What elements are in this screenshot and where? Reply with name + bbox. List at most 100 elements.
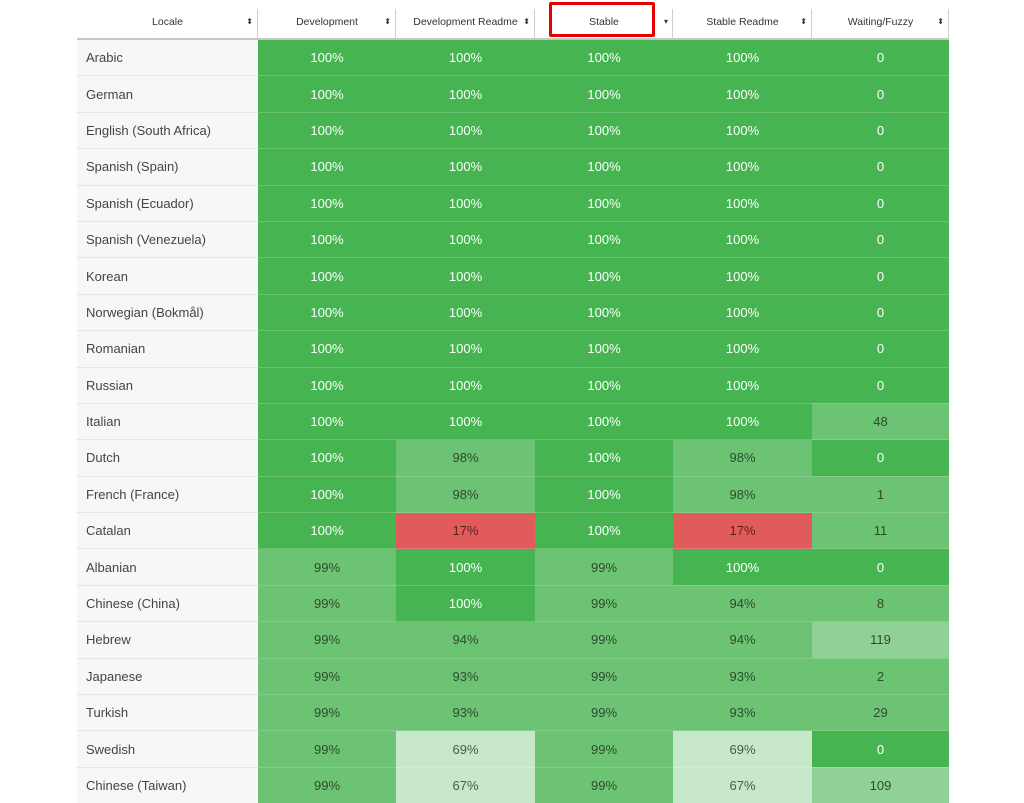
locale-cell[interactable]: French (France): [77, 475, 258, 513]
waiting-fuzzy-cell: 0: [812, 293, 949, 331]
highlight-box: [549, 2, 655, 37]
waiting-fuzzy-cell: 29: [812, 694, 949, 731]
development-cell: 100%: [258, 330, 396, 368]
development-cell: 99%: [258, 766, 396, 803]
waiting-fuzzy-cell: 109: [812, 766, 949, 803]
locale-cell[interactable]: Swedish: [77, 730, 258, 768]
stable-readme-cell: 98%: [673, 439, 812, 477]
development-readme-cell: 69%: [396, 730, 535, 768]
locale-cell[interactable]: English (South Africa): [77, 111, 258, 149]
waiting-fuzzy-cell: 0: [812, 111, 949, 149]
table-row: Catalan 100% 17% 100% 17% 11: [77, 512, 949, 549]
locale-cell[interactable]: Spanish (Spain): [77, 148, 258, 186]
stable-readme-cell: 100%: [673, 257, 812, 295]
development-readme-cell: 93%: [396, 657, 535, 695]
sort-icon[interactable]: ⬍: [800, 17, 807, 26]
table-row: Japanese 99% 93% 99% 93% 2: [77, 657, 949, 695]
locale-cell[interactable]: Chinese (Taiwan): [77, 766, 258, 803]
waiting-fuzzy-cell: 8: [812, 584, 949, 622]
locale-cell[interactable]: Hebrew: [77, 621, 258, 659]
sort-icon[interactable]: ⬍: [384, 17, 391, 26]
development-cell: 100%: [258, 111, 396, 149]
stable-cell: 99%: [535, 548, 673, 586]
locale-cell[interactable]: Romanian: [77, 330, 258, 368]
table-row: Chinese (China) 99% 100% 99% 94% 8: [77, 584, 949, 622]
development-readme-cell: 100%: [396, 257, 535, 295]
stable-cell: 99%: [535, 730, 673, 768]
stable-cell: 100%: [535, 257, 673, 295]
development-cell: 100%: [258, 257, 396, 295]
stable-readme-cell: 100%: [673, 366, 812, 404]
stable-cell: 100%: [535, 330, 673, 368]
development-cell: 100%: [258, 220, 396, 258]
waiting-fuzzy-cell: 2: [812, 657, 949, 695]
development-cell: 100%: [258, 512, 396, 549]
locale-cell[interactable]: Albanian: [77, 548, 258, 586]
sort-icon[interactable]: ⬍: [937, 17, 944, 26]
stable-readme-cell: 100%: [673, 330, 812, 368]
table-row: Romanian 100% 100% 100% 100% 0: [77, 330, 949, 368]
table-row: Korean 100% 100% 100% 100% 0: [77, 257, 949, 295]
locale-cell[interactable]: Spanish (Ecuador): [77, 184, 258, 222]
locale-cell[interactable]: Catalan: [77, 512, 258, 549]
waiting-fuzzy-cell: 0: [812, 184, 949, 222]
column-header-development[interactable]: Development ⬍: [258, 5, 396, 40]
sort-icon[interactable]: ⬍: [246, 17, 253, 26]
column-header-development-readme[interactable]: Development Readme ⬍: [396, 5, 535, 40]
column-divider: [948, 9, 949, 38]
stable-cell: 100%: [535, 184, 673, 222]
column-header-waiting-fuzzy[interactable]: Waiting/Fuzzy ⬍: [812, 5, 949, 40]
stable-cell: 100%: [535, 38, 673, 76]
translation-status-table: Locale ⬍ Development ⬍ Development Readme ⬍ St…: [77, 2, 949, 803]
stable-readme-cell: 17%: [673, 512, 812, 549]
sort-descending-icon[interactable]: ▾: [664, 17, 668, 26]
locale-cell[interactable]: Italian: [77, 402, 258, 440]
stable-readme-cell: 100%: [673, 38, 812, 76]
locale-cell[interactable]: German: [77, 75, 258, 113]
development-cell: 100%: [258, 184, 396, 222]
locale-cell[interactable]: Turkish: [77, 694, 258, 731]
locale-cell[interactable]: Japanese: [77, 657, 258, 695]
development-readme-cell: 100%: [396, 38, 535, 76]
stable-cell: 99%: [535, 766, 673, 803]
locale-cell[interactable]: Arabic: [77, 38, 258, 76]
locale-cell[interactable]: Spanish (Venezuela): [77, 220, 258, 258]
locale-cell[interactable]: Korean: [77, 257, 258, 295]
stable-cell: 100%: [535, 111, 673, 149]
development-cell: 100%: [258, 293, 396, 331]
column-header-label: Waiting/Fuzzy: [847, 15, 914, 28]
table-row: Italian 100% 100% 100% 100% 48: [77, 402, 949, 440]
waiting-fuzzy-cell: 0: [812, 548, 949, 586]
column-header-stable[interactable]: Stable ▾: [535, 2, 673, 40]
development-cell: 100%: [258, 75, 396, 113]
locale-cell[interactable]: Norwegian (Bokmål): [77, 293, 258, 331]
locale-cell[interactable]: Dutch: [77, 439, 258, 477]
development-readme-cell: 100%: [396, 330, 535, 368]
development-cell: 99%: [258, 548, 396, 586]
table-row: Spanish (Venezuela) 100% 100% 100% 100% 0: [77, 220, 949, 258]
development-readme-cell: 67%: [396, 766, 535, 803]
development-readme-cell: 100%: [396, 548, 535, 586]
locale-cell[interactable]: Chinese (China): [77, 584, 258, 622]
table-row: Dutch 100% 98% 100% 98% 0: [77, 439, 949, 477]
waiting-fuzzy-cell: 0: [812, 75, 949, 113]
column-header-label: Locale: [152, 15, 183, 28]
development-readme-cell: 100%: [396, 75, 535, 113]
development-readme-cell: 17%: [396, 512, 535, 549]
development-cell: 100%: [258, 38, 396, 76]
development-readme-cell: 100%: [396, 366, 535, 404]
table-row: Spanish (Ecuador) 100% 100% 100% 100% 0: [77, 184, 949, 222]
development-cell: 99%: [258, 730, 396, 768]
development-readme-cell: 100%: [396, 293, 535, 331]
waiting-fuzzy-cell: 119: [812, 621, 949, 659]
stable-readme-cell: 100%: [673, 548, 812, 586]
sort-icon[interactable]: ⬍: [523, 17, 530, 26]
table-row: Swedish 99% 69% 99% 69% 0: [77, 730, 949, 768]
locale-cell[interactable]: Russian: [77, 366, 258, 404]
development-cell: 99%: [258, 621, 396, 659]
column-header-locale[interactable]: Locale ⬍: [77, 5, 258, 40]
stable-cell: 99%: [535, 621, 673, 659]
table-row: Turkish 99% 93% 99% 93% 29: [77, 694, 949, 731]
development-readme-cell: 100%: [396, 402, 535, 440]
column-header-stable-readme[interactable]: Stable Readme ⬍: [673, 5, 812, 40]
